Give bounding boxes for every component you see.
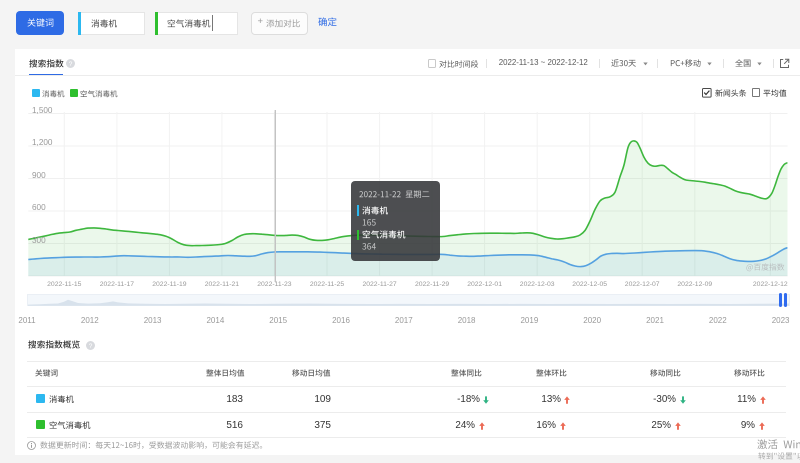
svg-text:?: ? [88, 342, 92, 349]
